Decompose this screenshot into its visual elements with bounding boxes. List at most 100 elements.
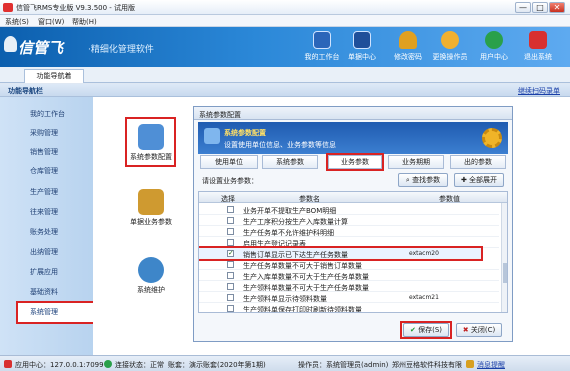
find-label: 查找参数 (412, 176, 441, 184)
menu-help[interactable]: 帮助(H) (72, 17, 97, 27)
status-bar: 应用中心：127.0.0.1:7099 连接状态：正常 账套：演示账套(2020… (0, 355, 570, 371)
users-icon (441, 31, 459, 49)
dialog-close-button[interactable]: ✖ 关闭(C) (456, 323, 502, 337)
close-icon: ✖ (462, 326, 471, 334)
save-label: 保存(S) (418, 326, 442, 334)
menu-window[interactable]: 窗口(W) (38, 17, 64, 27)
tab-business-period[interactable]: 业务期期 (388, 155, 444, 169)
table-row[interactable]: 生产领料单显示待领料数量 extacm21 (199, 292, 499, 303)
find-param-button[interactable]: ⌕ 查找参数 (398, 173, 448, 187)
sidebar-item-system[interactable]: 系统管理 (16, 301, 100, 324)
sidebar-item-basedata[interactable]: 基础资料 (0, 283, 93, 302)
sidebar-item-production[interactable]: 生产管理 (0, 183, 93, 202)
tool-change-password[interactable]: 修改密码 (386, 29, 430, 66)
module-label: 系统参数配置 (130, 153, 172, 161)
tool-exit[interactable]: 退出系统 (516, 29, 560, 66)
tab-strip (0, 67, 570, 83)
sidebar-item-purchase[interactable]: 采购管理 (0, 124, 93, 143)
row-checkbox[interactable] (227, 239, 234, 246)
status-company: 郑州豆格软件科技有限 (392, 361, 462, 369)
banner: 信管飞 ·精细化管理软件 我的工作台 单据中心 修改密码 更换操作员 用户中心 … (0, 27, 570, 67)
col-param-name: 参数名 (299, 195, 320, 203)
sidebar-item-cashier[interactable]: 出纳管理 (0, 243, 93, 262)
status-app-center: 应用中心：127.0.0.1:7099 (15, 361, 104, 369)
maximize-button[interactable]: □ (532, 2, 548, 13)
connection-icon (104, 360, 112, 368)
tool-label: 修改密码 (394, 53, 422, 61)
document-icon (138, 189, 164, 215)
sidebar-item-sales[interactable]: 销售管理 (0, 143, 93, 162)
minimize-button[interactable]: — (515, 2, 531, 13)
monitor-icon (313, 31, 331, 49)
table-row[interactable]: 生产领料单数量不可大于生产任务单数量 (199, 281, 499, 292)
tab-business-params[interactable]: 业务参数 (326, 153, 384, 171)
grid-scrollbar[interactable] (501, 203, 507, 312)
table-row[interactable]: 生产任务单不允许维护科明细 (199, 226, 499, 237)
module-doc-params[interactable]: 单据业务参数 (125, 189, 177, 227)
params-grid: 选择 参数名 参数值 I 业务开单不提取生产BOM明细生产工序积分按生产入库数量… (198, 191, 508, 313)
row-param-name: 生产领料单保存打印时刷新待领料数量 (243, 306, 362, 313)
row-checkbox[interactable] (227, 305, 234, 312)
database-gear-icon (138, 124, 164, 150)
expand-label: 全部展开 (469, 176, 498, 184)
globe-icon (485, 31, 503, 49)
sidebar-item-accounts[interactable]: 往来管理 (0, 203, 93, 222)
expand-all-button[interactable]: ✚ 全部展开 (454, 173, 504, 187)
sidebar-item-extensions[interactable]: 扩展应用 (0, 263, 93, 282)
table-row[interactable]: ✓ 销售订单显示已下达生产任务数量 extacm20 (199, 246, 483, 261)
row-checkbox[interactable] (227, 261, 234, 268)
dialog-system-params: 系统参数配置 系统参数配置 设置使用单位信息、业务参数等信息 使用单位 系统参数… (193, 106, 513, 342)
menu-system[interactable]: 系统(S) (5, 17, 29, 27)
tool-documents[interactable]: 单据中心 (340, 29, 384, 66)
nav-title: 功能导航栏 (8, 87, 43, 95)
row-checkbox[interactable]: ✓ (227, 250, 234, 257)
status-message-link[interactable]: 消息提醒 (477, 360, 505, 370)
row-param-value: extacm20 (409, 250, 439, 257)
app-icon (3, 3, 13, 12)
row-checkbox[interactable] (227, 294, 234, 301)
table-row[interactable]: 生产任务单数量不可大于销售订单数量 (199, 259, 499, 270)
sidebar-item-workbench[interactable]: 我的工作台 (0, 105, 93, 124)
tool-label: 我的工作台 (304, 53, 340, 61)
table-row[interactable]: 生产领料单保存打印时刷新待领料数量 (199, 303, 499, 313)
scroll-thumb[interactable] (503, 263, 507, 283)
sidebar: 我的工作台 采购管理 销售管理 仓库管理 生产管理 往来管理 账务处理 出纳管理… (0, 97, 100, 355)
table-row[interactable]: 生产工序积分按生产入库数量计算 (199, 215, 499, 226)
table-row[interactable]: 业务开单不提取生产BOM明细 (199, 204, 499, 215)
module-label: 系统维护 (137, 286, 165, 294)
close-button[interactable]: ✕ (549, 2, 565, 13)
row-checkbox[interactable] (227, 217, 234, 224)
col-param-value: 参数值 (439, 195, 460, 203)
clock-icon (138, 257, 164, 283)
nav-header: 功能导航栏 继续扫码录单 (0, 84, 570, 97)
tool-label: 用户中心 (480, 53, 508, 61)
tool-switch-operator[interactable]: 更换操作员 (428, 29, 472, 66)
status-operator: 操作员：系统管理员(admin) (298, 361, 389, 369)
menu-bar: 系统(S) 窗口(W) 帮助(H) (0, 15, 570, 27)
tool-workbench[interactable]: 我的工作台 (300, 29, 344, 66)
row-checkbox[interactable] (227, 283, 234, 290)
row-checkbox[interactable] (227, 228, 234, 235)
save-button[interactable]: ✔ 保存(S) (403, 323, 449, 337)
module-maintenance[interactable]: 系统维护 (125, 257, 177, 295)
tab-unit[interactable]: 使用单位 (200, 155, 258, 169)
scan-link[interactable]: 继续扫码录单 (518, 86, 560, 96)
dialog-header: 系统参数配置 设置使用单位信息、业务参数等信息 (198, 122, 508, 154)
power-icon (529, 31, 547, 49)
table-row[interactable]: 生产入库单数量不可大于生产任务单数量 (199, 270, 499, 281)
sidebar-item-bookkeeping[interactable]: 账务处理 (0, 223, 93, 242)
tool-user-center[interactable]: 用户中心 (472, 29, 516, 66)
check-icon: ✔ (410, 326, 419, 334)
module-system-params[interactable]: 系统参数配置 (125, 124, 177, 162)
row-checkbox[interactable] (227, 272, 234, 279)
grid-icon (353, 31, 371, 49)
tab-function-nav[interactable]: 功能导航着 (24, 69, 84, 83)
row-checkbox[interactable] (227, 206, 234, 213)
dialog-header-title: 系统参数配置 (224, 129, 266, 137)
dialog-header-desc: 设置使用单位信息、业务参数等信息 (224, 141, 336, 149)
sidebar-item-warehouse[interactable]: 仓库管理 (0, 162, 93, 181)
tab-system-params[interactable]: 系统参数 (262, 155, 318, 169)
lock-icon (399, 31, 417, 49)
table-row[interactable]: 启用生产登记记录表 (199, 237, 499, 248)
tab-output-params[interactable]: 出的参数 (450, 155, 506, 169)
